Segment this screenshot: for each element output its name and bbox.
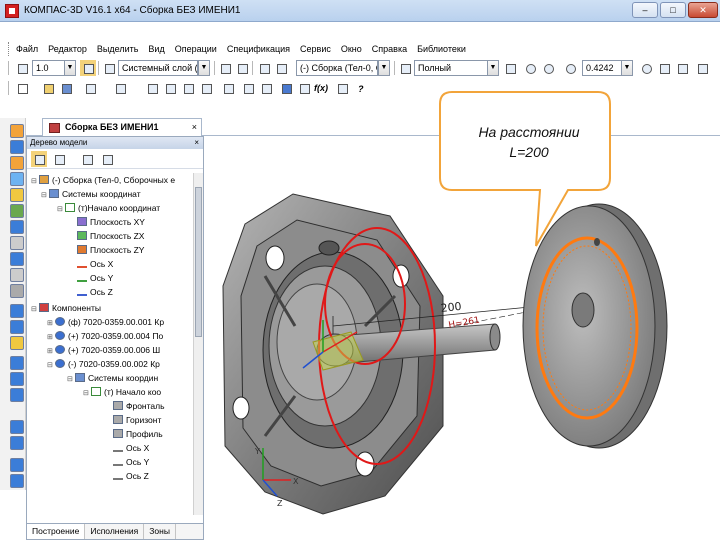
callout-text: На расстоянии L=200 xyxy=(456,122,602,162)
callout-line-1: На расстоянии xyxy=(478,124,580,140)
callout-bubble xyxy=(439,91,611,247)
callout-line-2: L=200 xyxy=(509,144,549,160)
